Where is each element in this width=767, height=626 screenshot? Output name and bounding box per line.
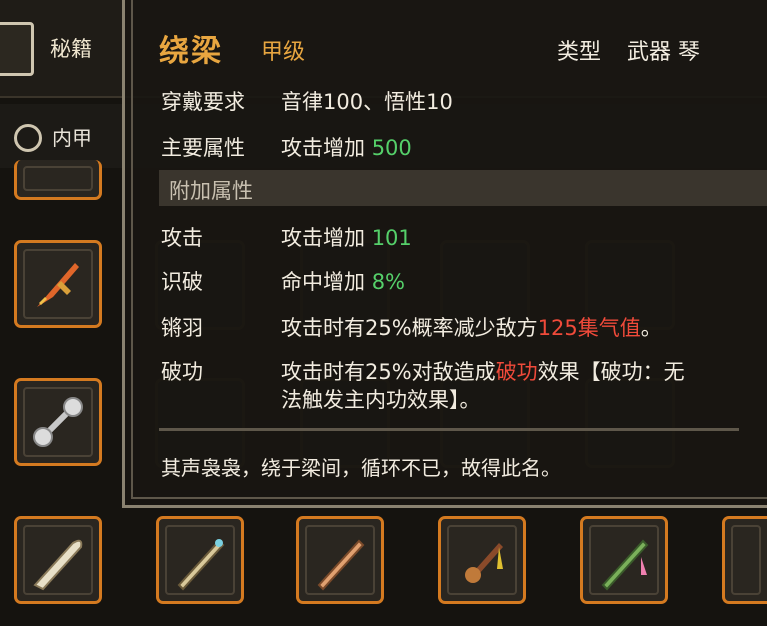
- extra-attr-header-text: 附加属性: [169, 179, 253, 203]
- extra-attr-value: 攻击增加 101: [281, 222, 412, 252]
- effect-description-line2: 法触发主内功效果】。: [281, 388, 481, 412]
- scroll-icon: [33, 539, 83, 591]
- item-slot-partial[interactable]: [14, 160, 102, 200]
- item-slot-staff[interactable]: [296, 516, 384, 604]
- main-attr-text: 攻击增加: [281, 136, 372, 160]
- rattle-icon: [465, 543, 503, 583]
- item-slot-rattle[interactable]: [438, 516, 526, 604]
- main-attr-value: 攻击增加 500: [281, 132, 412, 162]
- main-attr-label: 主要属性: [161, 136, 245, 160]
- item-slot-scroll[interactable]: [14, 516, 102, 604]
- tab-secret-books-label: 秘籍: [50, 37, 92, 61]
- tab-icon[interactable]: [0, 22, 34, 76]
- dagger-icon: [37, 263, 79, 307]
- effect-label: 锵羽: [161, 316, 203, 340]
- mace-icon: [33, 397, 83, 447]
- item-grade: 甲级: [261, 40, 306, 65]
- item-slot-mace[interactable]: [14, 378, 102, 466]
- extra-attr-text: 命中增加: [281, 270, 372, 294]
- effect-description: 攻击时有25%概率减少敌方125集气值。: [281, 312, 662, 342]
- extra-attr-value: 命中增加 8%: [281, 266, 405, 296]
- item-slot-dagger[interactable]: [14, 240, 102, 328]
- item-type-label: 类型: [557, 40, 602, 65]
- requirement-label: 穿戴要求: [161, 90, 245, 114]
- bamboo-flute-icon: [601, 539, 649, 591]
- effect-highlight: 125集气值: [537, 316, 641, 340]
- item-type-value: 武器 琴: [627, 40, 700, 65]
- effect-text-end: 。: [640, 316, 662, 340]
- extra-attr-number: 8%: [371, 270, 406, 294]
- effect-label: 破功: [161, 360, 203, 384]
- effect-highlight: 破功: [495, 360, 538, 384]
- effect-description: 攻击时有25%对敌造成破功效果【破功：无: [281, 356, 685, 386]
- item-name: 绕梁: [159, 34, 223, 69]
- effect-text: 攻击时有25%对敌造成: [281, 360, 496, 384]
- item-slot-edge[interactable]: [722, 516, 767, 604]
- extra-attr-label: 攻击: [161, 226, 203, 250]
- extra-attr-header: 附加属性: [159, 170, 767, 206]
- extra-attr-number: 101: [371, 226, 412, 250]
- requirement-value: 音律100、悟性10: [281, 90, 453, 114]
- item-slot-flute[interactable]: [156, 516, 244, 604]
- item-tooltip: 绕梁 甲级 类型 武器 琴 穿戴要求 音律100、悟性10 主要属性 攻击增加 …: [122, 0, 767, 508]
- filter-label[interactable]: 内甲: [52, 122, 92, 151]
- divider: [159, 428, 739, 431]
- staff-icon: [317, 539, 365, 591]
- item-slot-bamboo[interactable]: [580, 516, 668, 604]
- filter-radio-icon[interactable]: [14, 124, 42, 152]
- tab-secret-books[interactable]: 秘籍: [50, 22, 92, 74]
- main-attr-number: 500: [371, 136, 412, 160]
- flute-icon: [177, 539, 225, 591]
- effect-text: 攻击时有25%概率减少敌方: [281, 316, 538, 340]
- extra-attr-label: 识破: [161, 270, 203, 294]
- flavor-text: 其声袅袅，绕于梁间，循环不已，故得此名。: [161, 456, 561, 480]
- extra-attr-text: 攻击增加: [281, 226, 372, 250]
- effect-text-end: 效果【破功：无: [537, 360, 685, 384]
